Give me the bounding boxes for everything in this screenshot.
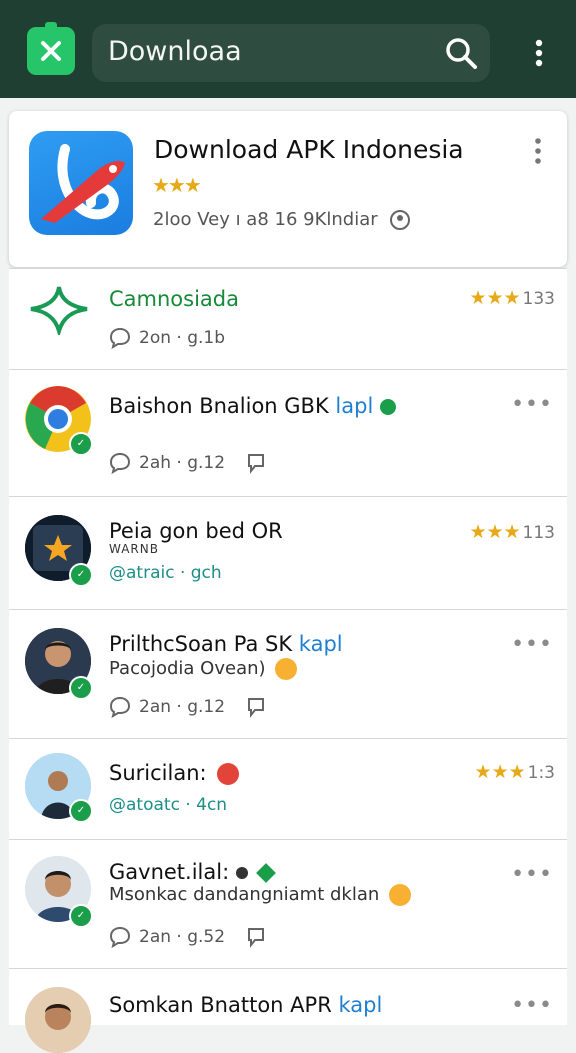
rocket-icon: [41, 144, 125, 223]
avatar: [25, 987, 91, 1053]
item-meta: 2ah · g.12: [109, 452, 267, 474]
reply-icon[interactable]: [245, 696, 267, 718]
verified-badge-icon: ✓: [69, 432, 93, 456]
item-meta: @atraic · gch: [109, 563, 222, 583]
list-item[interactable]: Somkan Bnatton APR kapl •••: [9, 968, 567, 1053]
top-app-bar: Downloaa: [0, 0, 576, 98]
item-title-text: Somkan Bnatton APR: [109, 993, 332, 1017]
sparkle-logo-icon: [30, 286, 88, 335]
item-tag: kapl: [298, 632, 343, 656]
list-item[interactable]: ✓ Baishon Bnalion GBK lapl 2ah · g.12 ••…: [9, 369, 567, 496]
rating-stars: ★★★: [469, 287, 521, 309]
comment-icon: [109, 696, 131, 718]
item-meta: 2on · g.1b: [109, 327, 225, 349]
verified-badge-icon: ✓: [69, 676, 93, 700]
list-item[interactable]: ✓ Gavnet.ilal: Msonkac dandangniamt dkla…: [9, 839, 567, 968]
item-rating: ★★★ 133: [469, 287, 555, 309]
emoji-reaction-icon: [275, 658, 298, 680]
item-title: Peia gon bed OR: [109, 519, 283, 543]
rating-stars: ★★★: [469, 521, 521, 543]
comment-icon: [109, 926, 131, 948]
item-title-text: PrilthcSoan Pa SK: [109, 632, 293, 656]
item-title-text: Baishon Bnalion GBK: [109, 394, 329, 418]
reply-icon[interactable]: [245, 452, 267, 474]
more-horiz-icon[interactable]: •••: [511, 862, 553, 887]
search-icon[interactable]: [444, 36, 478, 70]
leaf-badge-icon: [379, 399, 396, 415]
item-meta: 2an · g.12: [109, 696, 267, 718]
item-title: Suricilan:: [109, 761, 240, 785]
item-meta: 2an · g.52: [109, 926, 267, 948]
leaf-icon: [255, 863, 276, 883]
item-rating: ★★★ 113: [469, 521, 555, 543]
item-meta-text: 2on · g.1b: [139, 328, 226, 348]
comment-icon: [109, 452, 131, 474]
item-subtitle: WARNB: [109, 542, 159, 556]
item-meta: @atoatc · 4cn: [109, 795, 228, 815]
item-subtitle-text: Msonkac dandangniamt dklan: [109, 884, 380, 905]
item-title: Somkan Bnatton APR kapl: [109, 993, 382, 1017]
list-item[interactable]: ✓ Suricilan: @atoatc · 4cn ★★★ 1:3: [9, 738, 567, 839]
globe-icon: [390, 210, 411, 230]
more-horiz-icon[interactable]: •••: [511, 392, 553, 417]
emoji-reaction-icon: [389, 884, 412, 906]
item-title-text: Suricilan:: [109, 761, 207, 785]
list-item[interactable]: Camnosiada 2on · g.1b ★★★ 133: [9, 268, 567, 369]
app-logo[interactable]: [27, 22, 75, 75]
item-title: Camnosiada: [109, 287, 239, 311]
item-title: Gavnet.ilal:: [109, 860, 276, 884]
search-input[interactable]: Downloaa: [108, 36, 242, 67]
item-rating: ★★★ 1:3: [475, 761, 555, 783]
item-tag: kapl: [338, 993, 383, 1017]
item-meta-text: 2ah · g.12: [139, 453, 226, 473]
close-icon: [41, 41, 61, 61]
verified-badge-icon: ✓: [69, 904, 93, 928]
rating-value: 133: [522, 289, 555, 309]
list-item[interactable]: ✓ Peia gon bed OR WARNB @atraic · gch ★★…: [9, 496, 567, 609]
item-tag: lapl: [335, 394, 374, 418]
rating-stars: ★★★: [152, 173, 202, 197]
item-meta-text: 2an · g.52: [139, 927, 226, 947]
featured-title: Download APK Indonesia: [154, 135, 464, 164]
item-subtitle: Pacojodia Ovean): [109, 658, 298, 680]
comment-icon: [109, 327, 131, 349]
list-item[interactable]: ✓ PrilthcSoan Pa SK kapl Pacojodia Ovean…: [9, 609, 567, 738]
more-vert-icon[interactable]: [527, 38, 551, 68]
tomato-icon: [217, 763, 240, 785]
app-icon: [29, 131, 133, 235]
rating-stars: ★★★: [474, 761, 526, 783]
item-title: Baishon Bnalion GBK lapl: [109, 394, 396, 418]
pin-icon: [235, 867, 248, 879]
featured-meta: 2loo Vey ı a8 16 9Klndiar: [153, 209, 411, 231]
item-title-text: Gavnet.ilal:: [109, 860, 230, 884]
featured-app-card[interactable]: Download APK Indonesia ★★★ 2loo Vey ı a8…: [9, 111, 567, 267]
verified-badge-icon: ✓: [69, 799, 93, 823]
rating-value: 1:3: [527, 763, 555, 783]
reply-icon[interactable]: [245, 926, 267, 948]
person-photo-icon: [25, 987, 91, 1053]
item-title: PrilthcSoan Pa SK kapl: [109, 632, 343, 656]
search-bar[interactable]: Downloaa: [92, 24, 490, 82]
more-vert-icon[interactable]: [531, 137, 545, 167]
more-horiz-icon[interactable]: •••: [511, 632, 553, 657]
rating-value: 113: [522, 523, 555, 543]
more-horiz-icon[interactable]: •••: [511, 993, 553, 1018]
verified-badge-icon: ✓: [69, 563, 93, 587]
item-meta-text: 2an · g.12: [139, 697, 226, 717]
item-subtitle-text: Pacojodia Ovean): [109, 658, 266, 679]
item-subtitle: Msonkac dandangniamt dklan: [109, 884, 412, 906]
featured-meta-text: 2loo Vey ı a8 16 9Klndiar: [153, 209, 378, 230]
